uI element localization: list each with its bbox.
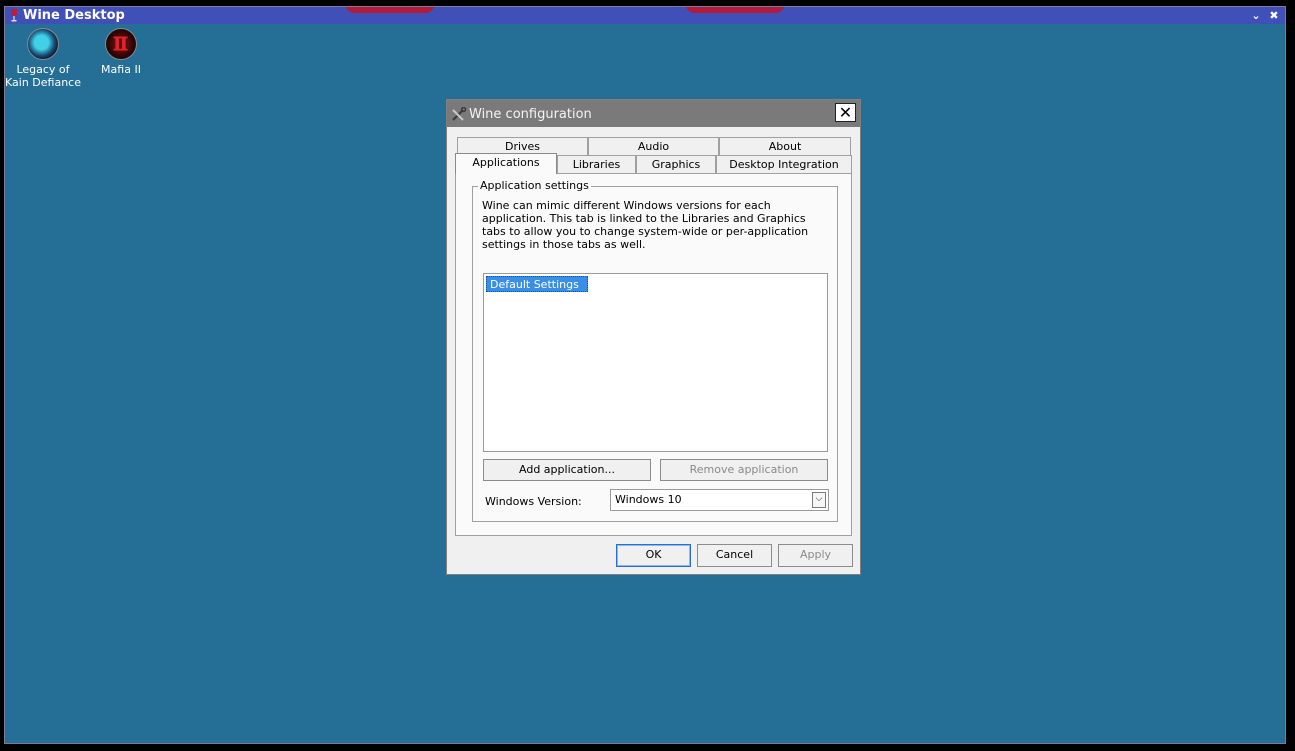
windows-version-label: Windows Version: — [485, 495, 582, 508]
desktop-title: Wine Desktop — [23, 8, 125, 23]
desktop-close-button[interactable]: ✖ — [1267, 7, 1281, 24]
tab-graphics[interactable]: Graphics — [636, 155, 716, 173]
tab-desktop-integration[interactable]: Desktop Integration — [716, 155, 852, 173]
remove-application-button[interactable]: Remove application — [660, 459, 828, 481]
desktop-icon-label: Legacy of Kain Defiance — [5, 63, 81, 89]
mafia-ii-icon — [105, 28, 137, 60]
add-application-button[interactable]: Add application... — [483, 459, 651, 481]
legacy-of-kain-icon — [27, 28, 59, 60]
dialog-title: Wine configuration — [469, 107, 592, 122]
minimize-button[interactable]: ⌄ — [1249, 7, 1263, 24]
settings-description: Wine can mimic different Windows version… — [482, 199, 809, 251]
ok-button[interactable]: OK — [616, 544, 691, 567]
tools-icon — [452, 107, 467, 121]
applications-panel: Application settings Wine can mimic diff… — [455, 173, 852, 536]
wine-configuration-dialog: Wine configuration ✕ Drives Audio About … — [446, 99, 861, 575]
windows-version-value: Windows 10 — [615, 493, 682, 506]
cancel-button[interactable]: Cancel — [697, 544, 772, 567]
tab-audio[interactable]: Audio — [588, 137, 719, 155]
tab-libraries[interactable]: Libraries — [557, 155, 636, 173]
tab-about[interactable]: About — [719, 137, 851, 155]
application-list[interactable]: Default Settings — [483, 273, 828, 452]
desktop-icon-label: Mafia II — [101, 63, 141, 76]
windows-version-select[interactable]: Windows 10 ⌵ — [610, 489, 829, 511]
desktop-icon-mafia-ii[interactable]: Mafia II — [81, 28, 161, 76]
desktop-icon-legacy-of-kain[interactable]: Legacy of Kain Defiance — [3, 28, 83, 89]
list-item[interactable]: Default Settings — [486, 276, 588, 292]
apply-button[interactable]: Apply — [778, 544, 853, 567]
dialog-close-button[interactable]: ✕ — [835, 103, 856, 122]
tab-applications[interactable]: Applications — [455, 153, 557, 174]
application-settings-group: Application settings Wine can mimic diff… — [472, 179, 838, 522]
dialog-titlebar[interactable]: Wine configuration ✕ — [447, 100, 860, 127]
chevron-down-icon[interactable]: ⌵ — [812, 492, 826, 508]
wine-glass-icon — [11, 9, 17, 22]
group-title: Application settings — [478, 179, 591, 192]
wallpaper-decoration — [345, 7, 785, 13]
